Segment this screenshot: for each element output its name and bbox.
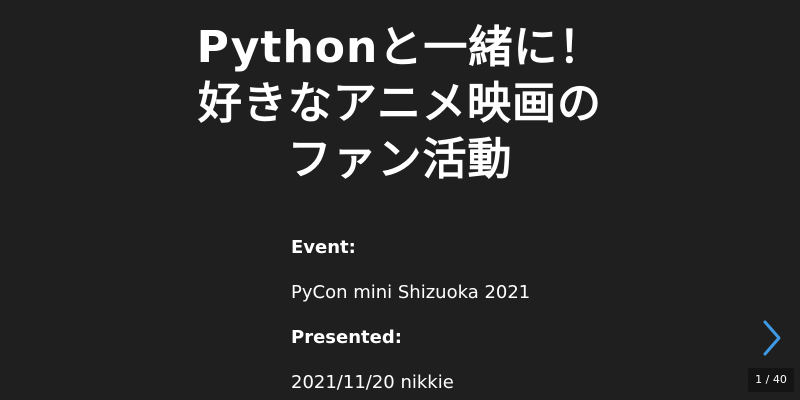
talk-details: Event: PyCon mini Shizuoka 2021 Presente… [291,234,731,400]
counter-separator: / [765,373,770,386]
title-line-1: Pythonと一緒に！ [196,22,604,73]
title-line-3: ファン活動 [287,134,513,185]
current-slide-number: 1 [755,373,763,386]
title-line-2: 好きなアニメ映画の [197,78,603,129]
presented-label: Presented: [291,327,402,348]
slide-title: Pythonと一緒に！ 好きなアニメ映画の ファン活動 [0,20,800,188]
total-slide-count: 40 [772,373,787,386]
event-value: PyCon mini Shizuoka 2021 [291,282,531,303]
chevron-right-icon [763,320,781,356]
slide: Pythonと一緒に！ 好きなアニメ映画の ファン活動 Event: PyCon… [0,0,800,400]
slide-counter: 1 / 40 [748,368,794,392]
presented-value: 2021/11/20 nikkie [291,372,454,393]
next-slide-button[interactable] [756,318,786,358]
event-label: Event: [291,237,356,258]
